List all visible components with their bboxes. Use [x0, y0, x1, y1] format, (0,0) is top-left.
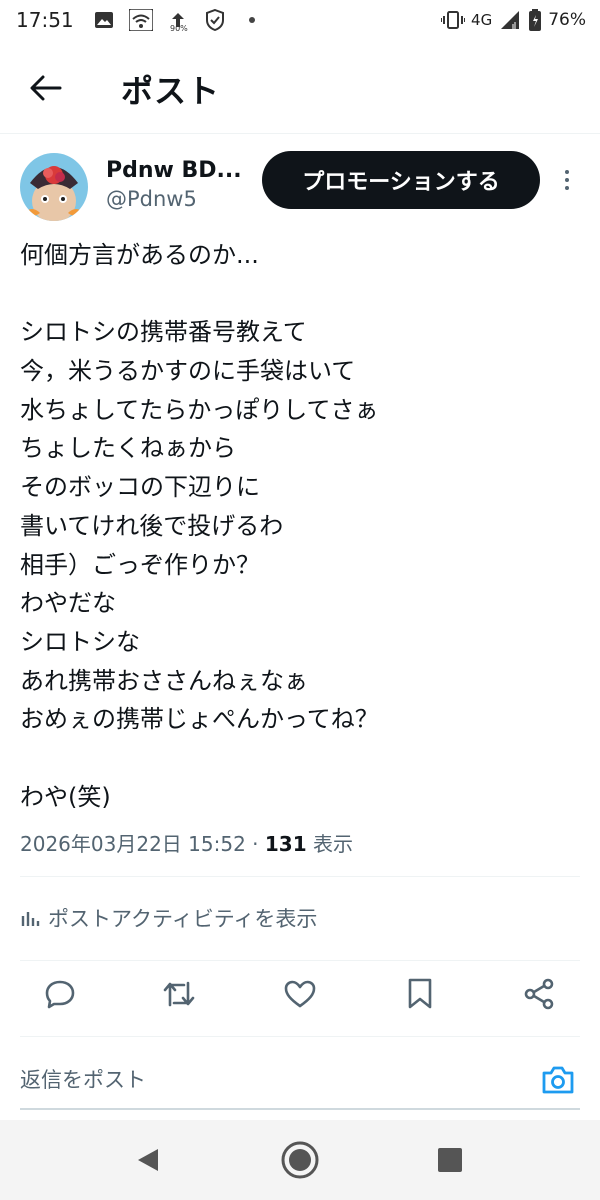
page-title: ポスト [121, 72, 221, 110]
reply-bar [20, 1052, 580, 1110]
avatar[interactable] [20, 153, 88, 221]
post-line: おめぇの携帯じょぺんかってね？ [20, 705, 379, 734]
more-dot-icon [565, 178, 569, 182]
network-type: 4G [471, 11, 493, 29]
more-options-button[interactable] [555, 166, 579, 194]
square-recents-icon [438, 1148, 462, 1172]
data-saver-icon: 90% [166, 8, 190, 33]
battery-icon [528, 8, 542, 32]
bookmark-icon [408, 978, 432, 1009]
post-text: 何個方言があるのか... シロトシの携帯番号教えて 今，米うるかすのに手袋はいて… [20, 236, 580, 816]
like-icon [284, 980, 316, 1008]
status-bar: 17:51 90% 4G 76% [0, 0, 600, 42]
more-dot-icon [565, 170, 569, 174]
post-meta: 2026年03月22日 15:52 · 131 表示 [20, 828, 353, 857]
views-label: 表示 [306, 832, 353, 856]
reply-button[interactable] [42, 976, 78, 1012]
post-header: ポスト [0, 42, 600, 134]
post-line: わや(笑) [20, 782, 111, 811]
user-handle[interactable]: @Pdnw5 [106, 187, 197, 211]
post-line [20, 739, 580, 778]
view-post-activity-link[interactable]: ポストアクティビティを表示 [20, 900, 317, 936]
post-line: シロトシの携帯番号教えて [20, 318, 307, 347]
vibrate-icon [441, 8, 466, 32]
post-line: 相手）ごっぞ作りか？ [20, 550, 260, 579]
post-line: ちょしたくねぁから [20, 434, 236, 463]
post-line: 今，米うるかすのに手袋はいて [20, 357, 356, 386]
triangle-back-icon [138, 1149, 158, 1171]
divider [20, 1036, 580, 1037]
home-circle-icon [281, 1141, 319, 1179]
notification-icons: 90% [92, 8, 264, 33]
post-line: 水ちょしてたらかっぽりしてさぁ [20, 395, 379, 424]
action-bar [0, 968, 600, 1020]
repost-button[interactable] [161, 976, 197, 1012]
post-line: わやだな [20, 589, 116, 618]
views-count: 131 [264, 832, 307, 856]
dot-icon [240, 8, 264, 32]
system-icons: 4G 76% [441, 8, 586, 32]
gallery-icon [92, 8, 116, 32]
signal-icon [498, 8, 522, 32]
like-button[interactable] [282, 976, 318, 1012]
status-time: 17:51 [16, 8, 74, 32]
nav-home-button[interactable] [280, 1140, 320, 1180]
promote-button[interactable]: プロモーションする [262, 151, 540, 209]
camera-icon [542, 1066, 574, 1094]
analytics-icon [21, 912, 40, 926]
arrow-left-icon [30, 75, 62, 101]
shield-check-icon [203, 8, 227, 32]
battery-level: 76% [548, 10, 586, 30]
back-button[interactable] [28, 70, 64, 106]
camera-button[interactable] [540, 1062, 576, 1098]
system-nav-bar [0, 1120, 600, 1200]
post-line: あれ携帯おささんねぇなぁ [20, 666, 308, 695]
reply-input[interactable] [20, 1064, 500, 1096]
bookmark-button[interactable] [402, 976, 438, 1012]
divider [20, 876, 580, 877]
divider [20, 960, 580, 961]
meta-separator: · [245, 832, 265, 856]
post-line: そのボッコの下辺りに [20, 473, 260, 502]
nav-back-button[interactable] [128, 1140, 168, 1180]
reply-icon [45, 980, 75, 1009]
share-button[interactable] [521, 976, 557, 1012]
wifi-hd-icon [129, 8, 153, 32]
more-dot-icon [565, 186, 569, 190]
share-icon [524, 978, 554, 1010]
post-line [20, 275, 580, 314]
activity-label: ポストアクティビティを表示 [48, 907, 318, 931]
post-line: 何個方言があるのか... [20, 241, 259, 269]
nav-recents-button[interactable] [430, 1140, 470, 1180]
repost-icon [163, 981, 195, 1007]
post-timestamp[interactable]: 2026年03月22日 15:52 [20, 832, 246, 856]
post-line: シロトシな [20, 627, 140, 656]
post-line: 書いてけれ後で投げるわ [20, 511, 284, 540]
data-speed-label: 90% [170, 24, 188, 33]
display-name[interactable]: Pdnw BD... [106, 158, 242, 183]
